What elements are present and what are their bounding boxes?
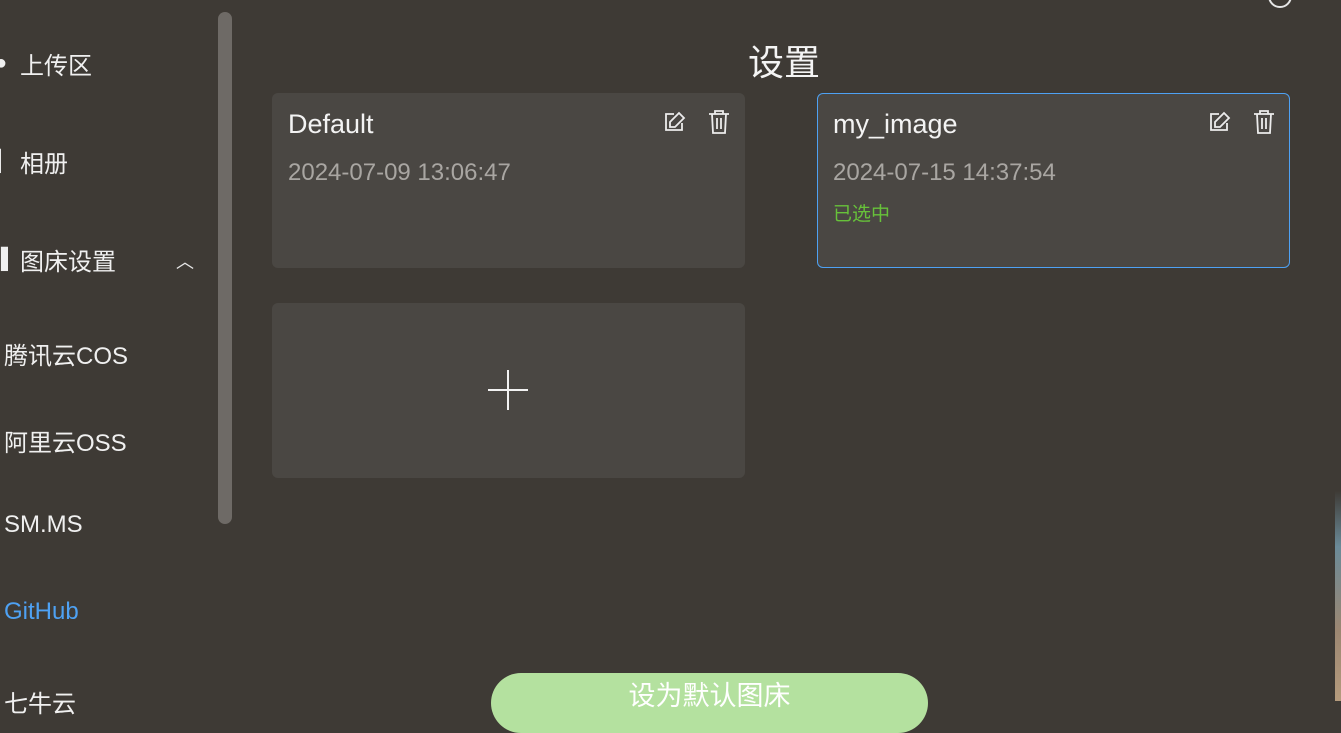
window-edge <box>1335 0 1341 701</box>
config-name: my_image <box>833 109 958 139</box>
sidebar-scrollbar[interactable] <box>218 12 232 524</box>
sidebar-item-upload[interactable]: ● 上传区 <box>0 46 92 81</box>
config-time: 2024-07-09 13:06:47 <box>288 159 511 186</box>
edit-icon[interactable] <box>1208 109 1232 135</box>
sidebar-item-label: 上传区 <box>20 53 92 80</box>
chevron-up-icon[interactable]: ︿ <box>176 248 194 274</box>
sidebar: ● 上传区 ▌ 相册 ▐ 图床设置 ︿ 腾讯云COS 阿里云OSS SM.MS … <box>0 0 240 718</box>
edit-icon[interactable] <box>663 109 687 135</box>
delete-icon[interactable] <box>1252 109 1276 135</box>
config-card-default[interactable]: Default 2024-07-09 13:06:47 <box>272 93 745 268</box>
sidebar-item-label: 相册 <box>20 151 68 178</box>
info-icon[interactable] <box>1268 0 1292 8</box>
plus-icon <box>507 370 509 410</box>
sidebar-item-label: 图床设置 <box>20 249 116 276</box>
album-icon: ▌ <box>0 150 9 172</box>
sidebar-item-picbed-settings[interactable]: ▐ 图床设置 <box>0 242 116 277</box>
config-card-my-image[interactable]: my_image 2024-07-15 14:37:54 已选中 <box>817 93 1290 268</box>
sidebar-subitem-aliyun-oss[interactable]: 阿里云OSS <box>4 423 127 458</box>
sidebar-subitem-smms[interactable]: SM.MS <box>4 511 83 539</box>
page-title: 设置 <box>748 42 821 83</box>
dot-icon: ● <box>0 52 8 74</box>
add-config-card[interactable] <box>272 303 745 478</box>
sidebar-subitem-qiniu[interactable]: 七牛云 <box>4 684 76 719</box>
delete-icon[interactable] <box>707 109 731 135</box>
settings-icon: ▐ <box>0 248 9 270</box>
set-default-button[interactable]: 设为默认图床 <box>491 673 928 733</box>
sidebar-item-album[interactable]: ▌ 相册 <box>0 144 68 179</box>
selected-status: 已选中 <box>833 204 891 225</box>
config-name: Default <box>288 109 374 139</box>
config-time: 2024-07-15 14:37:54 <box>833 159 1056 186</box>
sidebar-subitem-github[interactable]: GitHub <box>4 598 79 626</box>
sidebar-subitem-tencent-cos[interactable]: 腾讯云COS <box>4 336 128 371</box>
